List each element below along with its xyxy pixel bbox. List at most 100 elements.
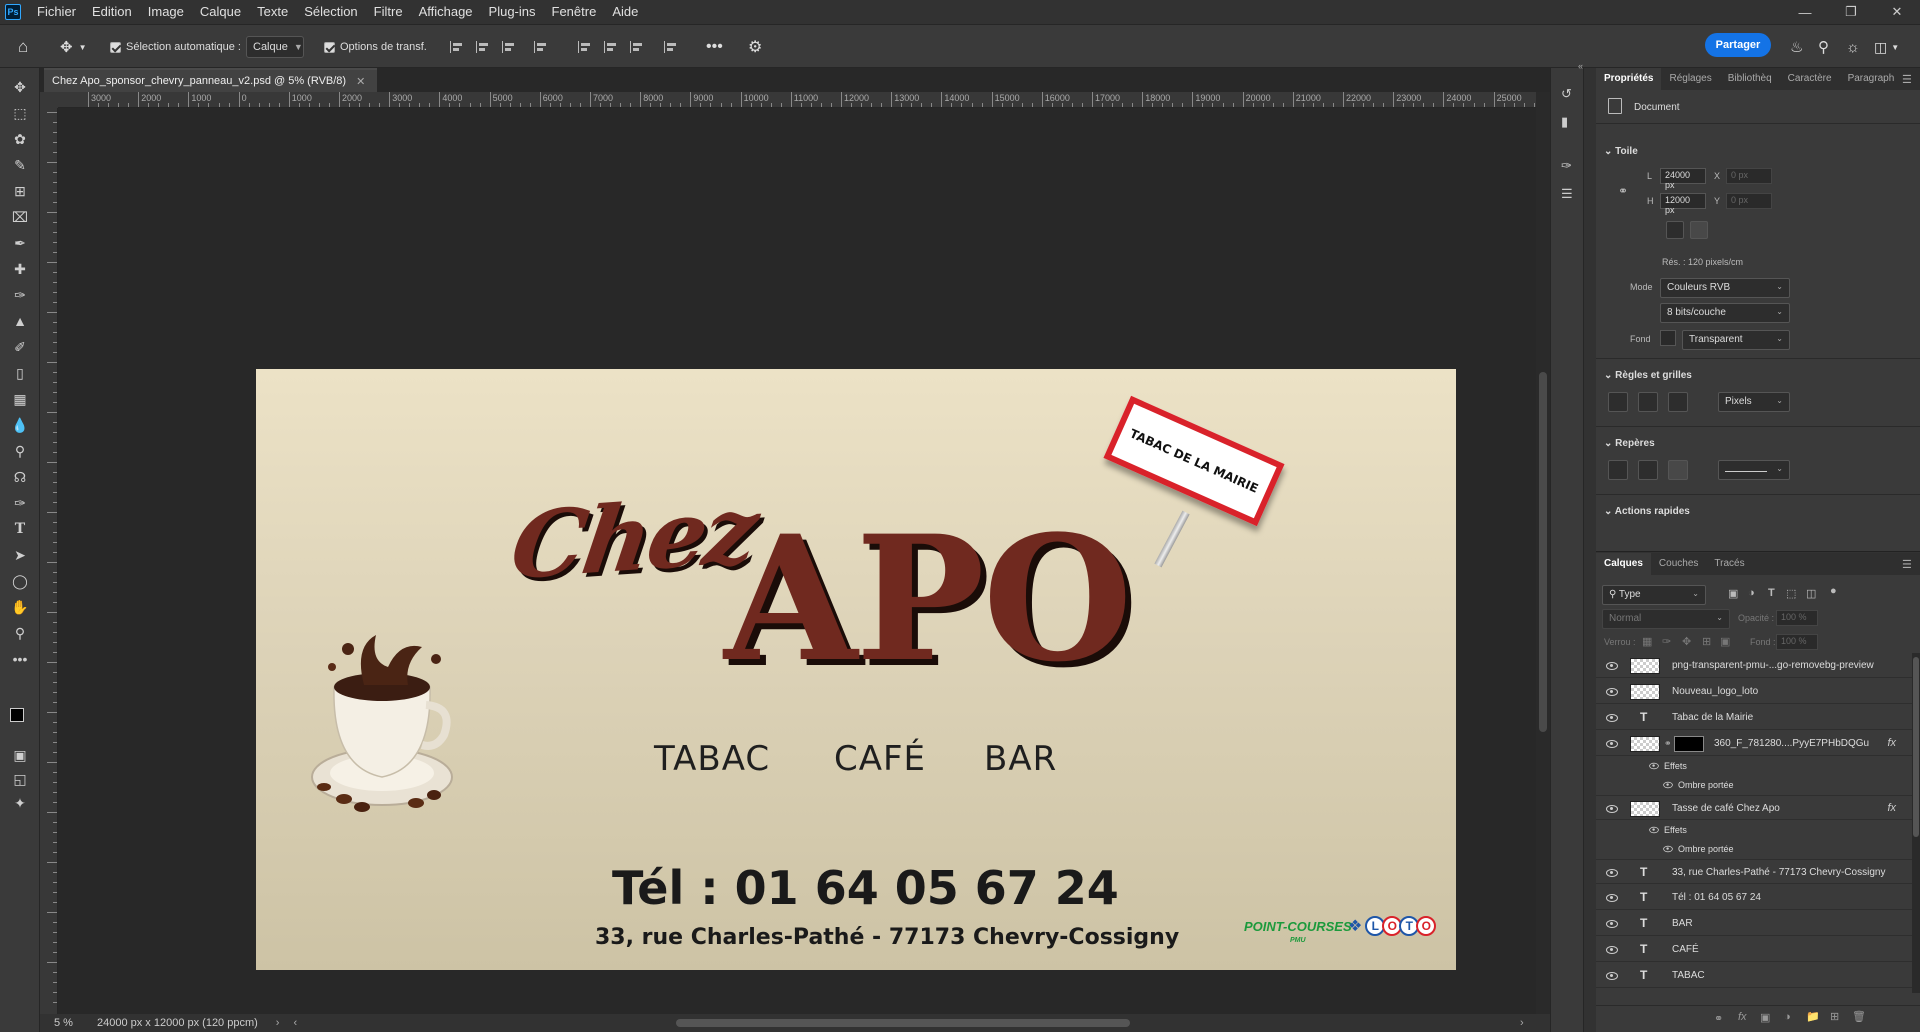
minimize-icon[interactable]: — [1782,0,1828,24]
visibility-eye-icon[interactable] [1606,869,1618,877]
filter-toggle-icon[interactable]: ● [1830,585,1837,597]
effects-eye-icon[interactable] [1649,826,1659,834]
healing-brush-icon[interactable]: ✚ [9,258,31,280]
tab-bibliotheques[interactable]: Bibliothèq [1720,68,1780,90]
vertical-scroll-thumb[interactable] [1539,372,1547,732]
guides-section-toggle[interactable]: ⌄ Repères [1604,438,1655,449]
more-options-icon[interactable]: ••• [706,25,723,69]
align-top-icon[interactable] [578,25,592,69]
landscape-orientation-icon[interactable] [1690,221,1708,239]
tab-caractere[interactable]: Caractère [1780,68,1840,90]
menu-aide[interactable]: Aide [604,0,646,24]
layer-row[interactable]: T CAFÉ [1596,937,1912,962]
gear-icon[interactable]: ⚙ [748,25,762,69]
lock-artboard-icon[interactable]: ⊞ [1702,635,1711,648]
layer-row[interactable]: T TABAC [1596,963,1912,988]
align-middle-icon[interactable] [604,25,618,69]
menu-plugins[interactable]: Plug-ins [481,0,544,24]
menu-edition[interactable]: Edition [84,0,140,24]
auto-select-checkbox[interactable]: Sélection automatique : [110,25,241,69]
hand-icon[interactable]: ✋ [9,596,31,618]
filter-smart-icon[interactable]: ◫ [1806,587,1816,600]
layer-row[interactable]: Tasse de café Chez Apo fx [1596,795,1912,820]
pixel-grid-toggle-icon[interactable] [1668,392,1688,412]
drop-shadow-eye-icon[interactable] [1663,845,1673,853]
zoom-icon[interactable]: ⚲ [9,622,31,644]
guides-clear-icon[interactable] [1668,460,1688,480]
mask-link-icon[interactable]: ⚭ [1664,738,1672,749]
panel-menu-icon[interactable]: ☰ [1902,73,1912,86]
home-icon[interactable]: ⌂ [18,25,28,69]
lock-all-icon[interactable]: ▣ [1720,635,1730,648]
ellipse-icon[interactable]: ◯ [9,570,31,592]
width-input[interactable]: 24000 px [1660,168,1706,190]
screen-mode-icon[interactable]: ◱ [9,768,31,790]
layer-row[interactable]: T Tabac de la Mairie [1596,705,1912,730]
lasso-icon[interactable]: ✿ [9,128,31,150]
more-tools-icon[interactable]: ••• [9,648,31,670]
type-tool-icon[interactable]: T [9,518,31,540]
tab-traces[interactable]: Tracés [1706,553,1752,575]
status-arrow-icon[interactable]: › [276,1017,280,1029]
discover-icon[interactable]: ☼ [1846,25,1860,69]
portrait-orientation-icon[interactable] [1666,221,1684,239]
filter-adjustment-icon[interactable]: ◑ [1748,587,1755,599]
rules-section-toggle[interactable]: ⌄ Règles et grilles [1604,370,1692,381]
quick-mask-icon[interactable]: ▣ [9,744,31,766]
layer-filter-dropdown[interactable]: ⚲ Type ⌄ [1602,585,1706,605]
auto-select-dropdown[interactable]: Calque ▼ [246,36,304,58]
layer-row[interactable]: png-transparent-pmu-...go-removebg-previ… [1596,653,1912,678]
lock-position-icon[interactable]: ✥ [1682,635,1691,648]
frame-icon[interactable]: ⌧ [9,206,31,228]
effects-eye-icon[interactable] [1649,762,1659,770]
tab-paragraphe[interactable]: Paragraph [1840,68,1903,90]
document-tab[interactable]: Chez Apo_sponsor_chevry_panneau_v2.psd @… [44,68,378,92]
menu-image[interactable]: Image [140,0,192,24]
align-left-icon[interactable] [450,25,464,69]
new-group-icon[interactable]: 📁 [1806,1010,1820,1023]
dodge-icon[interactable]: ⚲ [9,440,31,462]
tab-couches[interactable]: Couches [1651,553,1706,575]
layers-scroll-thumb[interactable] [1913,657,1919,837]
canvas-area[interactable]: Chez APO TABAC DE LA MAIRIE TABAC CAFÉ B… [58,108,1536,1014]
move-icon[interactable]: ✥ [9,76,31,98]
visibility-eye-icon[interactable] [1606,662,1618,670]
layer-row[interactable]: T 33, rue Charles-Pathé - 77173 Chevry-Co… [1596,859,1912,884]
visibility-eye-icon[interactable] [1606,714,1618,722]
mode-dropdown[interactable]: Couleurs RVB ⌄ [1660,278,1790,298]
layer-row[interactable]: T Tél : 01 64 05 67 24 [1596,885,1912,910]
add-style-icon[interactable]: fx [1738,1011,1747,1023]
tab-reglages[interactable]: Réglages [1661,68,1719,90]
tab-proprietes[interactable]: Propriétés [1596,68,1662,90]
eyedropper-icon[interactable]: ✒ [9,232,31,254]
drop-shadow-row[interactable]: Ombre portée [1596,776,1912,795]
scroll-right-icon[interactable]: › [1520,1017,1524,1029]
horizontal-scroll-thumb[interactable] [676,1019,1130,1027]
new-layer-icon[interactable]: ⊞ [1830,1010,1839,1023]
effects-row[interactable]: Effets [1596,757,1912,776]
height-input[interactable]: 12000 px [1660,193,1706,215]
layer-row[interactable]: T BAR [1596,911,1912,936]
visibility-eye-icon[interactable] [1606,894,1618,902]
close-tab-icon[interactable]: ✕ [356,75,365,88]
filter-pixel-icon[interactable]: ▣ [1728,587,1738,600]
visibility-eye-icon[interactable] [1606,920,1618,928]
fond-dropdown[interactable]: Transparent ⌄ [1682,330,1790,350]
guides-icon[interactable] [1608,460,1628,480]
share-button[interactable]: Partager [1705,33,1771,57]
menu-fichier[interactable]: Fichier [29,0,84,24]
path-select-icon[interactable]: ➤ [9,544,31,566]
align-bottom-icon[interactable] [630,25,644,69]
menu-affichage[interactable]: Affichage [411,0,481,24]
delete-layer-icon[interactable]: 🗑 [1852,1010,1866,1023]
marquee-icon[interactable]: ⬚ [9,102,31,124]
canvas-section-toggle[interactable]: ⌄ Toile [1604,146,1638,157]
layer-mask-thumbnail[interactable] [1674,736,1704,752]
workspace-icon[interactable]: ◫ ▼ [1874,25,1899,69]
filter-shape-icon[interactable]: ⬚ [1786,587,1796,600]
adjustment-layer-icon[interactable]: ◑ [1784,1011,1791,1023]
y-input[interactable]: 0 px [1726,193,1772,209]
drop-shadow-eye-icon[interactable] [1663,781,1673,789]
visibility-eye-icon[interactable] [1606,805,1618,813]
blend-mode-dropdown[interactable]: Normal ⌄ [1602,609,1730,629]
